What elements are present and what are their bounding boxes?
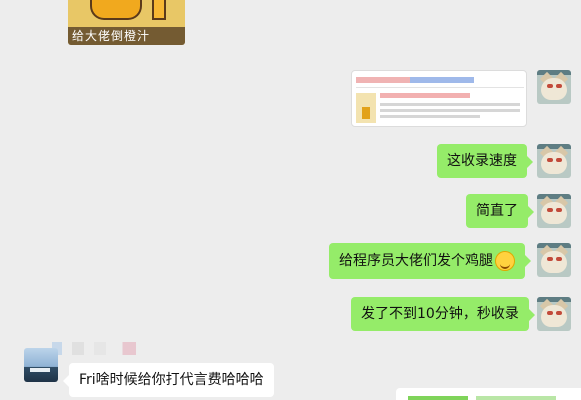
avatar-eye	[547, 311, 553, 315]
avatar-eye	[556, 257, 562, 261]
message-text: Fri啥时候给你打代言费哈哈哈	[79, 372, 264, 388]
sticker-image[interactable]: 给大佬倒橙汁	[68, 0, 185, 45]
shared-screenshot-image[interactable]	[351, 70, 527, 127]
partial-content	[408, 396, 468, 400]
screenshot-thumbnail	[356, 93, 376, 123]
screenshot-divider	[356, 87, 524, 88]
partial-content	[476, 396, 556, 400]
avatar-face	[541, 202, 567, 224]
message-bubble-me[interactable]: 发了不到10分钟，秒收录	[351, 297, 535, 331]
avatar-band	[537, 297, 571, 302]
avatar-face	[541, 78, 567, 100]
other-avatar[interactable]	[24, 348, 58, 382]
avatar-eye	[547, 208, 553, 212]
message-text: 这收录速度	[447, 153, 517, 169]
screenshot-line	[380, 109, 520, 112]
avatar-eye	[556, 311, 562, 315]
screenshot-line	[380, 93, 470, 98]
screenshot-line	[410, 77, 474, 83]
my-avatar[interactable]	[537, 243, 571, 277]
avatar-band	[537, 144, 571, 149]
avatar-eye	[556, 158, 562, 162]
my-avatar[interactable]	[537, 144, 571, 178]
message-bubble-me[interactable]: 简直了	[466, 194, 534, 228]
avatar-face	[541, 152, 567, 174]
chat-panel: 给大佬倒橙汁 这收录速度 简直了 给程序员大佬们发个鸡腿 发了不到10分钟，秒收…	[0, 0, 581, 400]
avatar-face	[541, 251, 567, 273]
avatar-band	[537, 70, 571, 75]
sender-name-redacted	[52, 342, 136, 355]
screenshot-line	[380, 115, 480, 118]
avatar-band	[537, 243, 571, 248]
message-bubble-me[interactable]: 给程序员大佬们发个鸡腿	[329, 243, 531, 279]
message-text: 给程序员大佬们发个鸡腿	[339, 253, 493, 269]
avatar-eye	[547, 257, 553, 261]
my-avatar[interactable]	[537, 297, 571, 331]
message-text: 简直了	[476, 203, 518, 219]
laughing-emoji-icon	[495, 251, 515, 271]
avatar-eye	[547, 84, 553, 88]
avatar-eye	[547, 158, 553, 162]
sticker-caption: 给大佬倒橙汁	[68, 27, 185, 45]
my-avatar[interactable]	[537, 70, 571, 104]
avatar-eye	[556, 84, 562, 88]
screenshot-line	[380, 103, 520, 106]
avatar-eye	[556, 208, 562, 212]
message-bubble-partial[interactable]	[396, 388, 581, 400]
avatar-band	[537, 194, 571, 199]
message-bubble-other[interactable]: Fri啥时候给你打代言费哈哈哈	[63, 363, 274, 397]
juice-glass-graphic	[152, 0, 166, 20]
message-text: 发了不到10分钟，秒收录	[361, 306, 519, 322]
my-avatar[interactable]	[537, 194, 571, 228]
avatar-boat	[30, 368, 50, 372]
juice-jar-graphic	[90, 0, 142, 20]
avatar-face	[541, 305, 567, 327]
message-bubble-me[interactable]: 这收录速度	[437, 144, 533, 178]
